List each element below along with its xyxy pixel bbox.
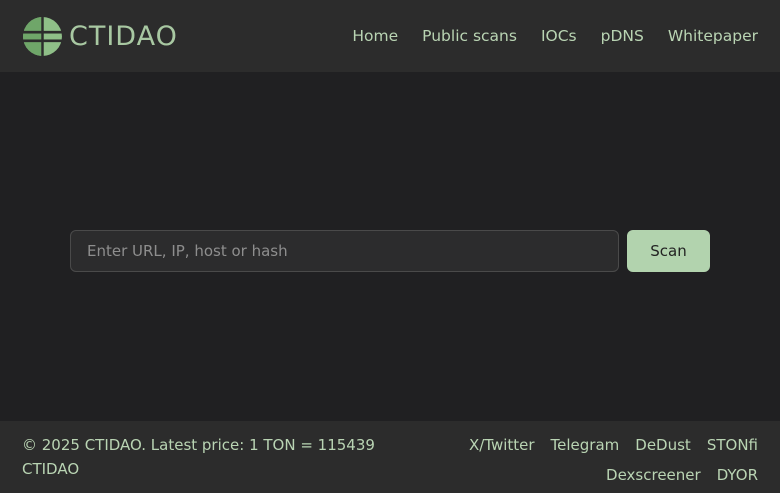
search-input[interactable] <box>70 230 619 272</box>
nav-home[interactable]: Home <box>352 27 398 45</box>
footer-link-dexscreener[interactable]: Dexscreener <box>606 463 701 493</box>
brand-name: CTIDAO <box>69 20 178 52</box>
footer-link-dyor[interactable]: DYOR <box>717 463 758 493</box>
footer-links: X/Twitter Telegram DeDust STONfi Dexscre… <box>448 433 758 493</box>
footer-link-dedust[interactable]: DeDust <box>635 433 691 463</box>
nav-whitepaper[interactable]: Whitepaper <box>668 27 758 45</box>
footer-link-telegram[interactable]: Telegram <box>551 433 620 463</box>
nav-iocs[interactable]: IOCs <box>541 27 577 45</box>
main-nav: Home Public scans IOCs pDNS Whitepaper <box>352 27 758 45</box>
footer-link-stonfi[interactable]: STONfi <box>707 433 758 463</box>
footer-link-x-twitter[interactable]: X/Twitter <box>469 433 535 463</box>
footer: © 2025 CTIDAO. Latest price: 1 TON = 115… <box>0 421 780 493</box>
page: CTIDAO Home Public scans IOCs pDNS White… <box>0 0 780 493</box>
brand-logo-link[interactable]: CTIDAO <box>22 16 178 57</box>
nav-public-scans[interactable]: Public scans <box>422 27 517 45</box>
globe-leaf-icon <box>22 16 63 57</box>
search-form: Scan <box>70 230 710 272</box>
nav-pdns[interactable]: pDNS <box>601 27 644 45</box>
footer-copyright: © 2025 CTIDAO. Latest price: 1 TON = 115… <box>22 436 375 478</box>
top-bar: CTIDAO Home Public scans IOCs pDNS White… <box>0 0 780 72</box>
scan-button[interactable]: Scan <box>627 230 710 272</box>
